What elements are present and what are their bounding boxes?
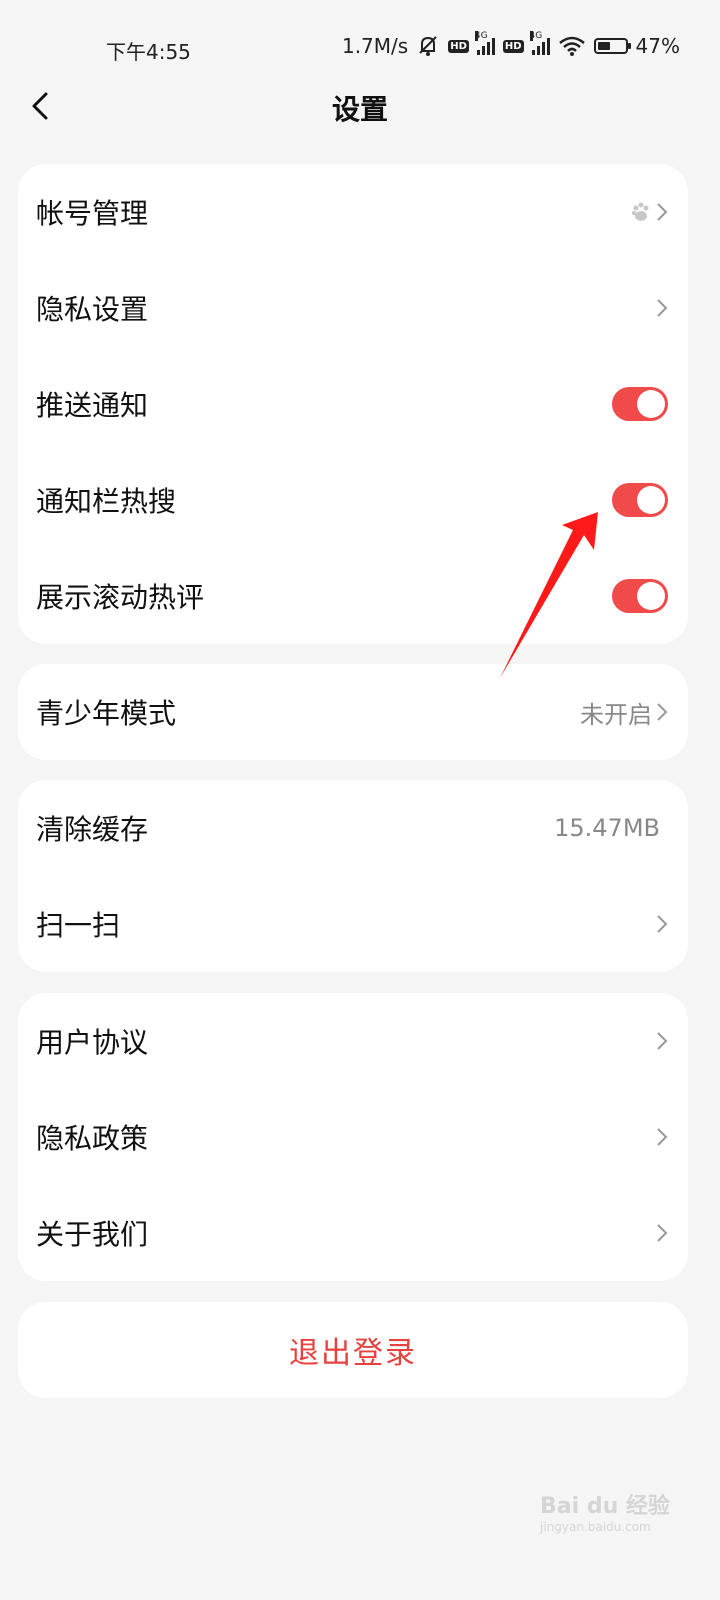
chevron-right-icon bbox=[657, 203, 668, 221]
hot-search-toggle[interactable] bbox=[612, 483, 668, 517]
row-scroll-comments: 展示滚动热评 bbox=[18, 548, 688, 644]
row-label: 隐私政策 bbox=[36, 1122, 149, 1155]
row-label: 通知栏热搜 bbox=[36, 485, 177, 518]
status-icons: 1.7M/s HD 4G HD 4G 47% bbox=[341, 31, 680, 58]
scroll-comments-toggle[interactable] bbox=[612, 579, 668, 613]
chevron-right-icon bbox=[657, 703, 668, 721]
watermark-title: Bai du 经验 bbox=[540, 1494, 670, 1519]
row-label: 帐号管理 bbox=[36, 197, 149, 230]
row-clear-cache[interactable]: 清除缓存 15.47MB bbox=[18, 780, 688, 876]
battery-level bbox=[597, 42, 610, 50]
row-scan[interactable]: 扫一扫 bbox=[18, 876, 688, 972]
settings-card-about: 用户协议 隐私政策 关于我们 bbox=[18, 993, 688, 1281]
logout-button[interactable]: 退出登录 bbox=[18, 1302, 688, 1398]
chevron-right-icon bbox=[657, 1224, 668, 1242]
row-account-management[interactable]: 帐号管理 bbox=[18, 164, 688, 260]
toggle-knob bbox=[637, 390, 665, 418]
chevron-right-icon bbox=[657, 1128, 668, 1146]
toggle-knob bbox=[637, 582, 665, 610]
logout-label: 退出登录 bbox=[289, 1336, 417, 1371]
settings-card-tools: 清除缓存 15.47MB 扫一扫 bbox=[18, 780, 688, 972]
row-label: 用户协议 bbox=[36, 1026, 149, 1059]
wifi-icon bbox=[558, 36, 585, 56]
row-privacy-policy[interactable]: 隐私政策 bbox=[18, 1089, 688, 1185]
chevron-right-icon bbox=[657, 1032, 668, 1050]
row-teen-mode[interactable]: 青少年模式 未开启 bbox=[18, 664, 688, 760]
row-privacy-settings[interactable]: 隐私设置 bbox=[18, 260, 688, 356]
row-label: 清除缓存 bbox=[36, 813, 149, 846]
teen-mode-status: 未开启 bbox=[580, 700, 652, 729]
chevron-right-icon bbox=[657, 299, 668, 317]
hd-badge: HD bbox=[448, 39, 469, 53]
network-speed: 1.7M/s bbox=[341, 34, 409, 58]
row-label: 关于我们 bbox=[36, 1218, 149, 1251]
row-label: 推送通知 bbox=[36, 389, 149, 422]
settings-card-teen: 青少年模式 未开启 bbox=[18, 664, 688, 760]
row-about-us[interactable]: 关于我们 bbox=[18, 1185, 688, 1281]
chevron-right-icon bbox=[657, 915, 668, 933]
battery-percent: 47% bbox=[635, 34, 680, 58]
mute-icon bbox=[419, 36, 437, 56]
baidu-paw-icon bbox=[631, 202, 649, 221]
toggle-knob bbox=[637, 486, 665, 514]
battery-icon bbox=[593, 38, 631, 54]
row-user-agreement[interactable]: 用户协议 bbox=[18, 993, 688, 1089]
row-push-notification: 推送通知 bbox=[18, 356, 688, 452]
row-label: 扫一扫 bbox=[36, 909, 121, 942]
signal-icon: 4G bbox=[474, 31, 495, 55]
row-label: 青少年模式 bbox=[36, 697, 177, 730]
watermark-subtitle: jingyan.baidu.com bbox=[540, 1520, 651, 1534]
row-label: 展示滚动热评 bbox=[36, 581, 205, 614]
row-notification-hot-search: 通知栏热搜 bbox=[18, 452, 688, 548]
settings-card-account: 帐号管理 隐私设置 推送通知 通知栏热搜 展示滚动热评 bbox=[18, 164, 688, 644]
status-time: 下午4:55 bbox=[106, 40, 191, 64]
nav-bar: 设置 bbox=[0, 70, 720, 142]
signal-icon-2: 4G bbox=[529, 31, 550, 55]
push-notification-toggle[interactable] bbox=[612, 387, 668, 421]
network-type-2: 4G bbox=[529, 31, 543, 41]
row-label: 隐私设置 bbox=[36, 293, 149, 326]
network-type: 4G bbox=[474, 31, 488, 41]
cache-size: 15.47MB bbox=[554, 814, 660, 842]
page-title: 设置 bbox=[331, 93, 388, 126]
hd-badge-2: HD bbox=[502, 39, 524, 53]
baidu-jingyan-watermark: Bai du 经验 jingyan.baidu.com bbox=[540, 1488, 700, 1578]
